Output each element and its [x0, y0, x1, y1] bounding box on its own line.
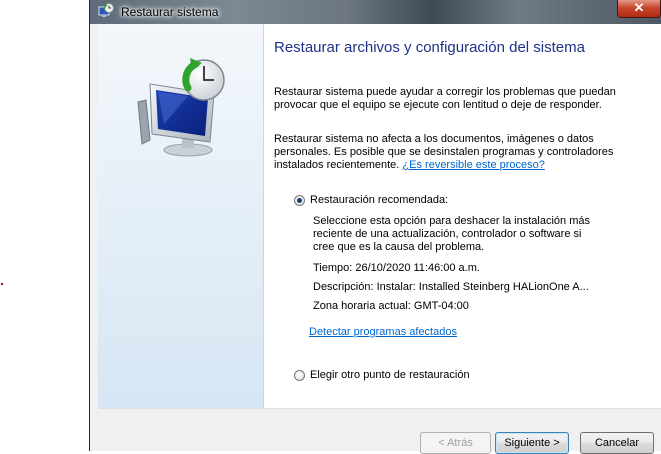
wizard-content: Restaurar archivos y configuración del s… — [264, 24, 661, 408]
title-bar[interactable]: Restaurar sistema ✕ — [90, 0, 661, 24]
monitor-clock-restore-icon — [137, 58, 225, 157]
detect-link-row: Detectar programas afectados — [309, 326, 594, 339]
recommended-restore-label[interactable]: Restauración recomendada: — [310, 194, 448, 206]
radio-selected-dot — [297, 198, 302, 203]
wizard-side-panel — [98, 24, 264, 408]
intro-text: Restaurar sistema puede ayudar a corregi… — [274, 86, 616, 111]
notice-text: Restaurar sistema no afecta a los docume… — [274, 133, 624, 172]
other-restore-point-radio[interactable] — [294, 370, 305, 381]
system-restore-window: Restaurar sistema ✕ Restaurar archivos y… — [89, 0, 661, 454]
window-title: Restaurar sistema — [121, 5, 219, 19]
other-restore-point-label[interactable]: Elegir otro punto de restauración — [310, 369, 470, 381]
restore-description: Descripción: Instalar: Installed Steinbe… — [313, 281, 589, 293]
close-button[interactable]: ✕ — [617, 0, 661, 18]
wizard-button-bar: < Atrás Siguiente > Cancelar — [98, 408, 661, 454]
recommended-description: Seleccione esta opción para deshacer la … — [313, 215, 590, 253]
wizard-client: Restaurar archivos y configuración del s… — [98, 24, 661, 454]
desktop-artifact — [1, 283, 3, 285]
restore-time: Tiempo: 26/10/2020 11:46:00 a.m. — [313, 262, 480, 274]
recommended-restore-radio[interactable] — [294, 195, 305, 206]
close-icon: ✕ — [633, 0, 645, 15]
system-restore-icon — [98, 3, 114, 17]
page-title: Restaurar archivos y configuración del s… — [274, 39, 585, 56]
detect-affected-programs-link[interactable]: Detectar programas afectados — [309, 326, 457, 338]
restore-timezone: Zona horaria actual: GMT-04:00 — [313, 300, 469, 312]
reversible-process-link[interactable]: ¿Es reversible este proceso? — [402, 159, 544, 171]
